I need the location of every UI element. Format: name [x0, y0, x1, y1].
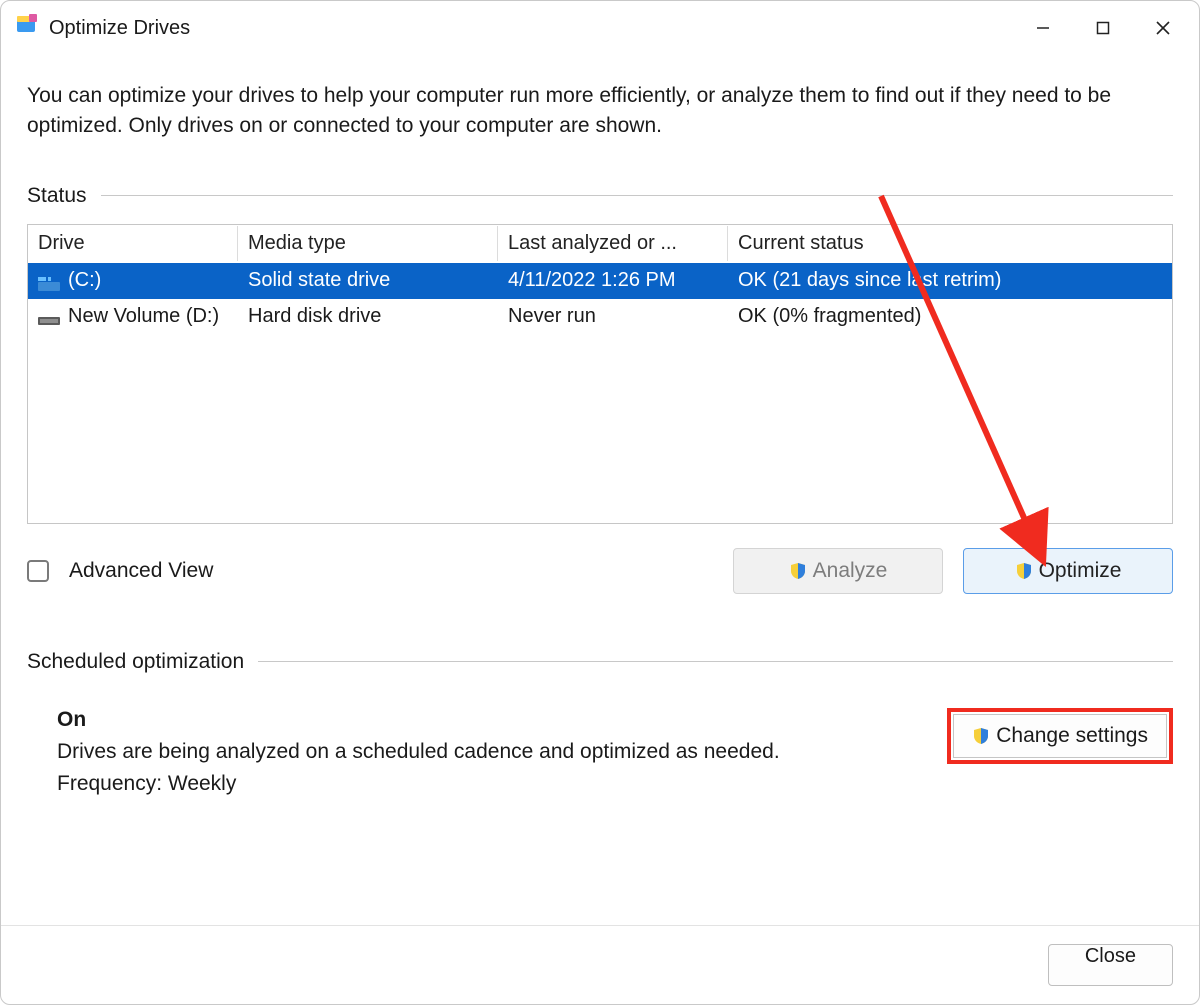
maximize-button[interactable]	[1073, 8, 1133, 48]
drive-media-type: Solid state drive	[238, 265, 498, 296]
window-controls	[1013, 8, 1193, 48]
shield-icon	[1015, 562, 1033, 580]
divider	[101, 195, 1173, 196]
window-title: Optimize Drives	[49, 17, 190, 40]
drive-current-status: OK (21 days since last retrim)	[728, 265, 1172, 296]
app-icon	[15, 13, 39, 43]
advanced-view-label: Advanced View	[69, 559, 213, 583]
change-settings-highlight: Change settings	[947, 708, 1173, 764]
titlebar[interactable]: Optimize Drives	[1, 1, 1199, 55]
change-settings-button[interactable]: Change settings	[953, 714, 1167, 758]
drive-last-analyzed: Never run	[498, 301, 728, 332]
scheduled-state: On	[57, 708, 780, 732]
analyze-button-label: Analyze	[813, 559, 888, 583]
change-settings-label: Change settings	[996, 724, 1148, 748]
col-current-status[interactable]: Current status	[728, 226, 1172, 261]
col-drive[interactable]: Drive	[28, 226, 238, 261]
status-section: Status Drive Media type Last analyzed or…	[27, 184, 1173, 594]
drive-media-type: Hard disk drive	[238, 301, 498, 332]
status-section-label: Status	[27, 184, 87, 208]
drive-list-headers: Drive Media type Last analyzed or ... Cu…	[28, 225, 1172, 263]
drive-name: (C:)	[68, 269, 101, 292]
analyze-button[interactable]: Analyze	[733, 548, 943, 594]
shield-icon	[972, 727, 990, 745]
drive-row-c[interactable]: (C:) Solid state drive 4/11/2022 1:26 PM…	[28, 263, 1172, 299]
optimize-drives-window: Optimize Drives You can optimize your dr…	[0, 0, 1200, 1005]
drive-list[interactable]: Drive Media type Last analyzed or ... Cu…	[27, 224, 1173, 524]
scheduled-description: Drives are being analyzed on a scheduled…	[57, 740, 780, 764]
scheduled-section-label: Scheduled optimization	[27, 650, 244, 674]
scheduled-text: On Drives are being analyzed on a schedu…	[57, 708, 780, 796]
status-controls: Advanced View Analyze	[27, 548, 1173, 594]
ssd-icon	[38, 274, 60, 288]
optimize-button-label: Optimize	[1039, 559, 1122, 583]
divider	[258, 661, 1173, 662]
optimize-button[interactable]: Optimize	[963, 548, 1173, 594]
advanced-view-checkbox[interactable]	[27, 560, 49, 582]
drive-last-analyzed: 4/11/2022 1:26 PM	[498, 265, 728, 296]
drive-current-status: OK (0% fragmented)	[728, 301, 1172, 332]
footer: Close	[1, 925, 1199, 1004]
close-button-label: Close	[1085, 945, 1136, 967]
close-button[interactable]: Close	[1048, 944, 1173, 986]
window-body: You can optimize your drives to help you…	[1, 55, 1199, 925]
col-last-analyzed[interactable]: Last analyzed or ...	[498, 226, 728, 261]
close-window-button[interactable]	[1133, 8, 1193, 48]
scheduled-frequency: Frequency: Weekly	[57, 772, 780, 796]
drive-row-d[interactable]: New Volume (D:) Hard disk drive Never ru…	[28, 299, 1172, 335]
drive-name: New Volume (D:)	[68, 305, 219, 328]
col-media-type[interactable]: Media type	[238, 226, 498, 261]
shield-icon	[789, 562, 807, 580]
hdd-icon	[38, 310, 60, 324]
scheduled-section: Scheduled optimization On Drives are bei…	[27, 650, 1173, 796]
intro-text: You can optimize your drives to help you…	[27, 81, 1173, 142]
minimize-button[interactable]	[1013, 8, 1073, 48]
